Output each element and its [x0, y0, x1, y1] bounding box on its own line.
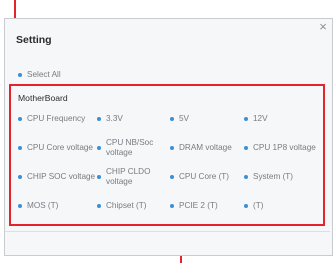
select-all-checkbox[interactable]: Select All	[18, 69, 61, 80]
highlight-frame	[9, 84, 325, 226]
dialog-title: Setting	[16, 34, 52, 46]
close-icon[interactable]: ×	[316, 20, 330, 34]
dialog-footer-divider	[5, 231, 330, 232]
check-dot-icon	[18, 73, 22, 77]
select-all-label: Select All	[27, 70, 61, 79]
